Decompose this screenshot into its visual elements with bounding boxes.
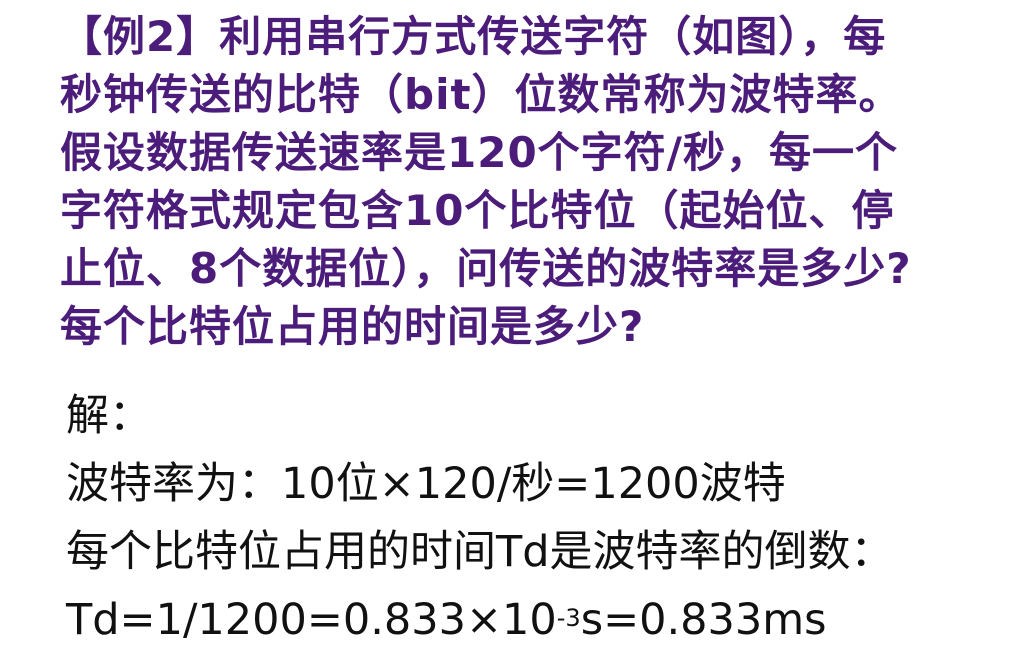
problem-line: 每个比特位占用的时间是多少? [60,302,645,351]
solution-heading: 解： [66,391,152,441]
problem-line: 字符格式规定包含10个比特位（起始位、停 [60,186,895,235]
problem-line: 止位、8个数据位），问传送的波特率是多少? [60,244,912,293]
formula-suffix: s=0.833ms [580,595,827,645]
solution-block: 解： 波特率为：10位×120/秒=1200波特 每个比特位占用的时间Td是波特… [66,382,1016,654]
problem-line: 【例2】利用串行方式传送字符（如图），每 [60,12,887,61]
problem-statement: 【例2】利用串行方式传送字符（如图），每 秒钟传送的比特（bit）位数常称为波特… [60,8,1020,356]
bit-time-line: 每个比特位占用的时间Td是波特率的倒数： [66,527,894,577]
formula-exponent: -3 [556,604,581,632]
formula-line: Td=1/1200=0.833×10-3s=0.833ms [66,586,1016,654]
formula-prefix: Td=1/1200=0.833×10 [66,595,557,645]
problem-line: 秒钟传送的比特（bit）位数常称为波特率。 [60,70,902,119]
problem-line: 假设数据传送速率是120个字符/秒，每一个 [60,128,899,177]
baud-rate-line: 波特率为：10位×120/秒=1200波特 [66,459,786,509]
